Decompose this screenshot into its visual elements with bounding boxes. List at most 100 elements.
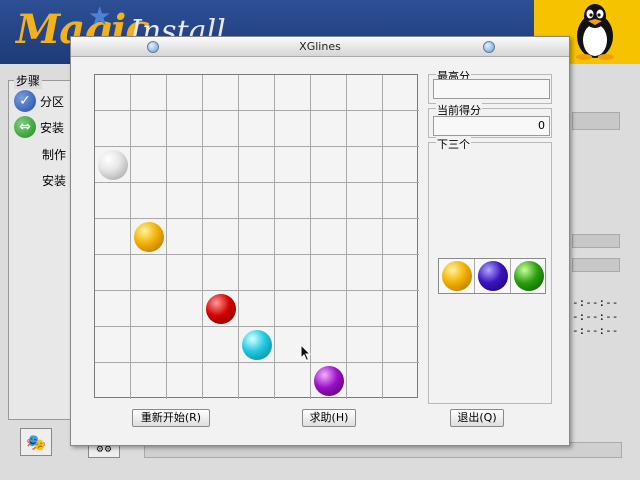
board-cell[interactable] xyxy=(167,147,203,183)
board-cell[interactable] xyxy=(383,75,419,111)
board-cell[interactable] xyxy=(311,327,347,363)
installer-field xyxy=(572,112,620,130)
board-cell[interactable] xyxy=(347,255,383,291)
board-cell[interactable] xyxy=(167,255,203,291)
board-cell[interactable] xyxy=(383,327,419,363)
board-cell[interactable] xyxy=(275,183,311,219)
board-cell[interactable] xyxy=(239,147,275,183)
board-cell[interactable] xyxy=(203,147,239,183)
board-cell[interactable] xyxy=(239,183,275,219)
ball-red[interactable] xyxy=(206,294,236,324)
board-cell[interactable] xyxy=(311,291,347,327)
board-cell[interactable] xyxy=(347,147,383,183)
board-cell[interactable] xyxy=(203,75,239,111)
tux-penguin-icon xyxy=(576,4,614,60)
step-label: 制作 xyxy=(42,148,67,162)
board-cell[interactable] xyxy=(275,291,311,327)
game-board[interactable] xyxy=(94,74,419,399)
quit-button[interactable]: 退出(Q) xyxy=(450,409,504,427)
board-cell[interactable] xyxy=(131,147,167,183)
help-button[interactable]: 求助(H) xyxy=(302,409,356,427)
board-cell[interactable] xyxy=(239,75,275,111)
board-cell[interactable] xyxy=(167,183,203,219)
board-cell[interactable] xyxy=(131,255,167,291)
board-cell[interactable] xyxy=(203,255,239,291)
board-cell[interactable] xyxy=(239,363,275,399)
time-value: -:--:-- xyxy=(572,296,619,309)
board-cell[interactable] xyxy=(347,111,383,147)
board-cell[interactable] xyxy=(167,75,203,111)
board-cell[interactable] xyxy=(311,219,347,255)
board-cell[interactable] xyxy=(311,75,347,111)
ball-cyan[interactable] xyxy=(242,330,272,360)
board-cell[interactable] xyxy=(95,183,131,219)
board-cell[interactable] xyxy=(275,363,311,399)
board-cell[interactable] xyxy=(167,291,203,327)
board-cell[interactable] xyxy=(167,219,203,255)
board-cell[interactable] xyxy=(95,75,131,111)
board-cell[interactable] xyxy=(131,183,167,219)
board-cell[interactable] xyxy=(383,255,419,291)
board-cell[interactable] xyxy=(383,291,419,327)
window-close-button[interactable] xyxy=(483,41,495,53)
step-make: 制作 xyxy=(42,146,66,163)
board-cell[interactable] xyxy=(95,219,131,255)
board-cell[interactable] xyxy=(275,75,311,111)
board-cell[interactable] xyxy=(131,327,167,363)
board-cell[interactable] xyxy=(95,363,131,399)
board-cell[interactable] xyxy=(203,327,239,363)
board-cell[interactable] xyxy=(347,75,383,111)
board-cell[interactable] xyxy=(383,147,419,183)
board-cell[interactable] xyxy=(131,291,167,327)
next-ball-yellow xyxy=(442,261,472,291)
current-score-value: 0 xyxy=(433,116,550,136)
title-bar[interactable]: XGlines xyxy=(71,37,569,57)
board-cell[interactable] xyxy=(347,291,383,327)
board-cell[interactable] xyxy=(275,111,311,147)
ball-yellow[interactable] xyxy=(134,222,164,252)
board-cell[interactable] xyxy=(203,363,239,399)
board-cell[interactable] xyxy=(347,219,383,255)
board-cell[interactable] xyxy=(131,75,167,111)
board-cell[interactable] xyxy=(275,219,311,255)
restart-button[interactable]: 重新开始(R) xyxy=(132,409,210,427)
board-cell[interactable] xyxy=(383,219,419,255)
theater-mask-button[interactable]: 🎭 xyxy=(20,428,52,456)
board-cell[interactable] xyxy=(131,363,167,399)
board-cell[interactable] xyxy=(275,255,311,291)
board-cell[interactable] xyxy=(167,111,203,147)
board-cell[interactable] xyxy=(311,255,347,291)
board-cell[interactable] xyxy=(95,255,131,291)
high-score-value xyxy=(433,79,550,99)
board-cell[interactable] xyxy=(239,219,275,255)
board-cell[interactable] xyxy=(347,183,383,219)
board-cell[interactable] xyxy=(167,363,203,399)
board-cell[interactable] xyxy=(311,147,347,183)
board-cell[interactable] xyxy=(275,147,311,183)
step-label: 安装 xyxy=(40,120,65,135)
board-cell[interactable] xyxy=(239,111,275,147)
tools-icon: ⚙⚙ xyxy=(95,445,113,455)
board-cell[interactable] xyxy=(347,363,383,399)
ball-purple[interactable] xyxy=(314,366,344,396)
next-balls-preview xyxy=(438,258,546,294)
board-cell[interactable] xyxy=(95,327,131,363)
board-cell[interactable] xyxy=(131,111,167,147)
next-ball-slot xyxy=(439,259,475,293)
board-cell[interactable] xyxy=(203,183,239,219)
board-cell[interactable] xyxy=(347,327,383,363)
steps-title: 步骤 xyxy=(14,72,43,89)
board-cell[interactable] xyxy=(383,111,419,147)
board-cell[interactable] xyxy=(167,327,203,363)
board-cell[interactable] xyxy=(203,111,239,147)
ball-white[interactable] xyxy=(98,150,128,180)
board-cell[interactable] xyxy=(239,291,275,327)
board-cell[interactable] xyxy=(95,291,131,327)
board-cell[interactable] xyxy=(95,111,131,147)
board-cell[interactable] xyxy=(311,183,347,219)
board-cell[interactable] xyxy=(383,363,419,399)
board-cell[interactable] xyxy=(239,255,275,291)
board-cell[interactable] xyxy=(383,183,419,219)
board-cell[interactable] xyxy=(311,111,347,147)
board-cell[interactable] xyxy=(203,219,239,255)
